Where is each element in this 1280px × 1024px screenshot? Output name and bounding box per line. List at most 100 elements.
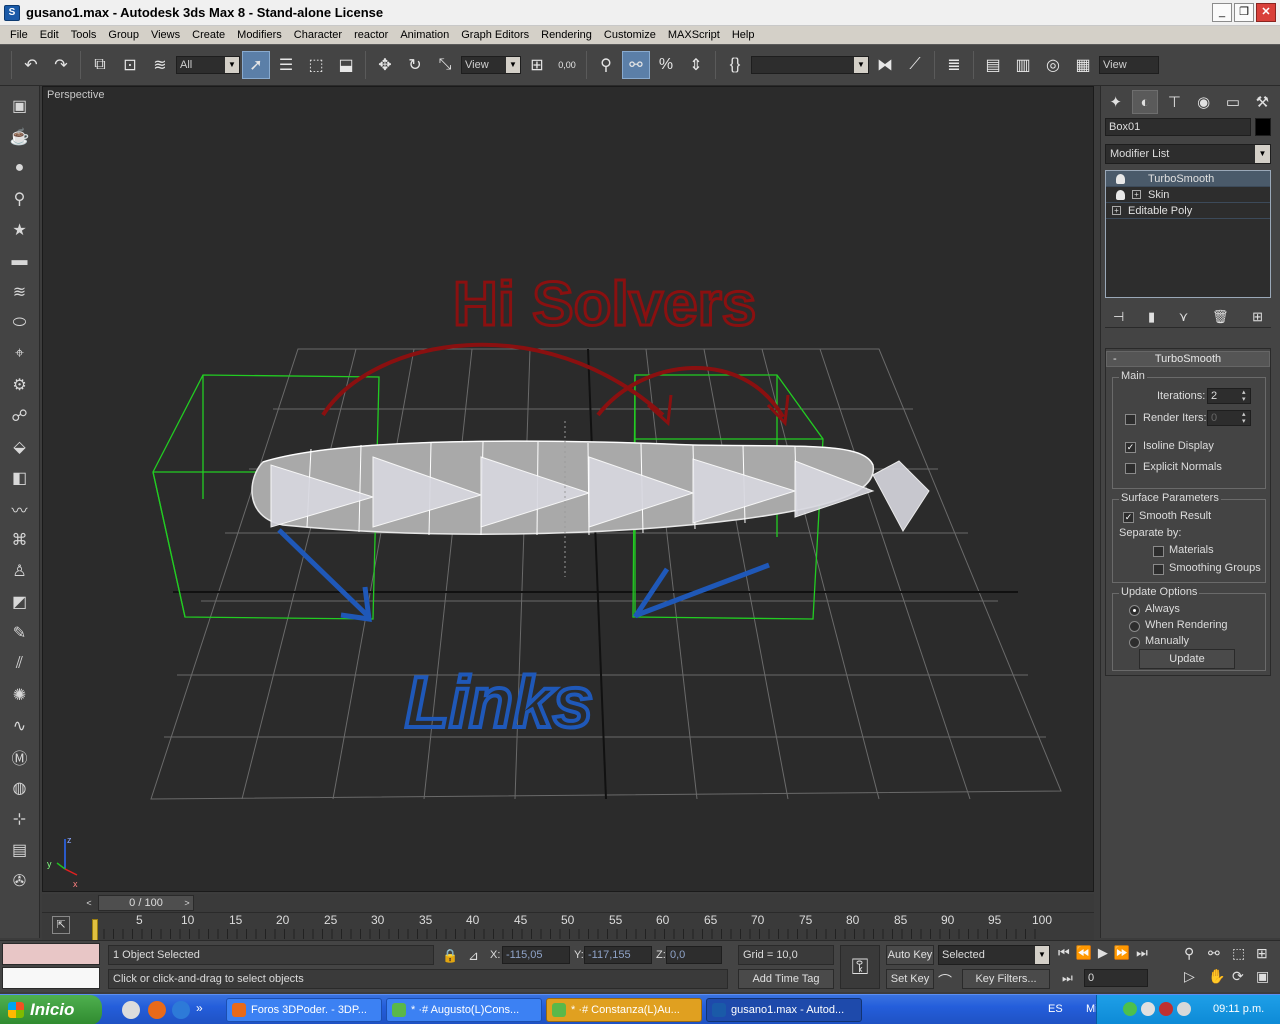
manually-radio[interactable] — [1129, 637, 1140, 648]
utilities-tab-icon[interactable]: ⚒ — [1250, 90, 1275, 114]
stack-item-editable-poly[interactable]: + Editable Poly — [1106, 203, 1270, 219]
materials-checkbox[interactable] — [1153, 546, 1164, 557]
worm-mesh[interactable] — [251, 421, 930, 577]
when-rendering-radio[interactable] — [1129, 621, 1140, 632]
expand-icon[interactable]: + — [1132, 190, 1141, 199]
set-key-button[interactable]: Set Key — [886, 969, 934, 989]
pin-stack-icon[interactable]: ⊣ — [1113, 309, 1124, 325]
biped-icon[interactable]: ♙ — [7, 559, 33, 583]
material-browser-icon[interactable]: ◍ — [7, 776, 33, 800]
stack-item-turbosmooth[interactable]: TurboSmooth — [1106, 171, 1270, 187]
select-and-link-icon[interactable]: ⧉ — [86, 51, 114, 79]
show-end-result-icon[interactable]: ▮ — [1148, 309, 1155, 325]
menu-maxscript[interactable]: MAXScript — [662, 26, 726, 44]
create-tab-icon[interactable]: ✦ — [1103, 90, 1128, 114]
menu-character[interactable]: Character — [288, 26, 348, 44]
antivirus-icon[interactable] — [1159, 1002, 1173, 1016]
maxscript-listener-pink[interactable] — [2, 943, 100, 965]
wave-icon[interactable]: 〰 — [7, 497, 33, 521]
material-editor-icon[interactable]: ◎ — [1039, 51, 1067, 79]
wall-icon[interactable]: ▬ — [7, 249, 33, 273]
internet-explorer-icon[interactable] — [172, 1001, 190, 1019]
firefox-icon[interactable] — [148, 1001, 166, 1019]
next-frame-icon[interactable]: ⏩ — [1114, 945, 1130, 965]
z-coordinate-field[interactable]: 0,0 — [666, 946, 722, 964]
network-icon[interactable] — [1141, 1002, 1155, 1016]
zoom-extents-icon[interactable]: ⬚ — [1232, 945, 1254, 966]
render-view-dropdown[interactable]: View — [1099, 56, 1159, 74]
layer-manager-icon[interactable]: ≣ — [940, 51, 968, 79]
menu-rendering[interactable]: Rendering — [535, 26, 598, 44]
menu-animation[interactable]: Animation — [394, 26, 455, 44]
menu-reactor[interactable]: reactor — [348, 26, 394, 44]
undo-icon[interactable]: ↶ — [17, 51, 45, 79]
modifier-list-dropdown[interactable]: Modifier List ▼ — [1105, 144, 1271, 164]
minimize-button[interactable]: _ — [1212, 3, 1232, 22]
rectangular-selection-icon[interactable]: ⬚ — [302, 51, 330, 79]
teapot-icon[interactable]: ☕ — [7, 125, 33, 149]
angle-snap-icon[interactable]: ⚯ — [622, 51, 650, 79]
light-icon[interactable]: ⚲ — [7, 187, 33, 211]
auto-key-button[interactable]: Auto Key — [886, 945, 934, 965]
extrude-icon[interactable]: ◧ — [7, 466, 33, 490]
select-object-icon[interactable]: ➚ — [242, 51, 270, 79]
gear-icon[interactable]: ⚙ — [7, 373, 33, 397]
edit-named-selection-icon[interactable]: {} — [721, 51, 749, 79]
add-time-tag-button[interactable]: Add Time Tag — [738, 969, 834, 989]
move-icon[interactable]: ✥ — [371, 51, 399, 79]
current-frame-field[interactable]: 0 — [1084, 969, 1148, 987]
modify-tab-icon[interactable]: ◐ — [1132, 90, 1158, 114]
bone-icon[interactable]: ☍ — [7, 404, 33, 428]
maximize-viewport-icon[interactable]: ▣ — [1256, 968, 1278, 989]
menu-help[interactable]: Help — [726, 26, 761, 44]
tangent-icon[interactable]: ⌒ — [938, 971, 958, 989]
lock-icon[interactable]: 🔒 — [442, 948, 458, 964]
hierarchy-tab-icon[interactable]: ⊤ — [1162, 90, 1187, 114]
x-coordinate-field[interactable]: -115,05 — [502, 946, 570, 964]
go-to-start-icon[interactable]: ⏮ — [1058, 945, 1070, 965]
spinner-snap-readout[interactable]: 0,00 — [553, 51, 581, 79]
previous-frame-icon[interactable]: ⏪ — [1076, 945, 1092, 965]
language-indicator[interactable]: ES — [1048, 1003, 1063, 1015]
menu-graph-editors[interactable]: Graph Editors — [455, 26, 535, 44]
motion-tab-icon[interactable]: ◉ — [1191, 90, 1216, 114]
spline-icon[interactable]: ∿ — [7, 714, 33, 738]
snap-toggle-icon[interactable]: ⚲ — [592, 51, 620, 79]
pan-icon[interactable]: ✋ — [1208, 968, 1230, 989]
menu-modifiers[interactable]: Modifiers — [231, 26, 288, 44]
zoom-icon[interactable]: ⚲ — [1184, 945, 1206, 966]
key-mode-dropdown[interactable]: Selected ▼ — [938, 945, 1050, 965]
menu-file[interactable]: File — [4, 26, 34, 44]
field-of-view-icon[interactable]: ▷ — [1184, 968, 1206, 989]
update-button[interactable]: Update — [1139, 649, 1235, 669]
zoom-extents-all-icon[interactable]: ⊞ — [1256, 945, 1278, 966]
menu-group[interactable]: Group — [102, 26, 145, 44]
next-frame-arrow-icon[interactable]: > — [180, 895, 194, 911]
start-button[interactable]: Inicio — [0, 995, 102, 1024]
schematic-view-icon[interactable]: ▥ — [1009, 51, 1037, 79]
y-coordinate-field[interactable]: -117,155 — [584, 946, 652, 964]
selection-filter-dropdown[interactable]: All ▼ — [176, 56, 240, 74]
zoom-all-icon[interactable]: ⚯ — [1208, 945, 1230, 966]
task-constanza-chat[interactable]: * ·# Constanza(L)Au... — [546, 998, 702, 1022]
material-icon[interactable]: Ⓜ — [7, 745, 33, 769]
lightbulb-icon[interactable] — [1116, 174, 1125, 184]
cylinder-icon[interactable]: ⬭ — [7, 311, 33, 335]
menu-tools[interactable]: Tools — [65, 26, 103, 44]
render-iters-checkbox[interactable] — [1125, 414, 1136, 425]
sweep-icon[interactable]: ✺ — [7, 683, 33, 707]
volume-icon[interactable] — [1177, 1002, 1191, 1016]
uvw-map-icon[interactable]: ◩ — [7, 590, 33, 614]
explicit-normals-checkbox[interactable] — [1125, 463, 1136, 474]
viewport-label[interactable]: Perspective — [47, 89, 104, 101]
expand-icon[interactable]: + — [1112, 206, 1121, 215]
menu-edit[interactable]: Edit — [34, 26, 65, 44]
scale-icon[interactable]: ⤡ — [431, 51, 459, 79]
rollout-header[interactable]: - TurboSmooth — [1106, 351, 1270, 367]
mini-curve-editor-icon[interactable]: ⇱ — [52, 916, 70, 934]
remove-modifier-icon[interactable]: 🗑 — [1212, 309, 1229, 325]
configure-sets-icon[interactable]: ⊞ — [1252, 309, 1263, 325]
menu-create[interactable]: Create — [186, 26, 231, 44]
current-frame-marker[interactable] — [92, 919, 98, 941]
smoothing-groups-checkbox[interactable] — [1153, 564, 1164, 575]
